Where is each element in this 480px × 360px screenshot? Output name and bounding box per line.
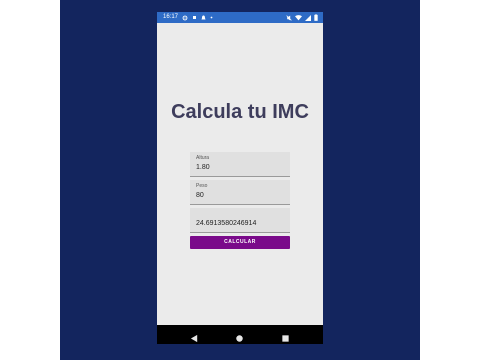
back-icon[interactable] <box>190 330 199 343</box>
peso-field[interactable]: Peso 80 <box>190 180 290 205</box>
small-dot-icon <box>210 16 213 19</box>
gear-icon <box>182 15 188 21</box>
status-right <box>286 12 318 23</box>
altura-input[interactable]: 1.80 <box>196 164 210 171</box>
result-field: 24.6913580246914 <box>190 208 290 233</box>
peso-label: Peso <box>196 183 208 189</box>
recents-icon[interactable] <box>281 330 290 342</box>
navigation-bar <box>157 325 323 344</box>
bell-icon <box>201 15 206 21</box>
home-icon[interactable] <box>235 330 244 342</box>
battery-icon <box>314 14 318 21</box>
calcular-button[interactable]: CALCULAR <box>190 236 290 249</box>
signal-icon <box>305 14 311 21</box>
altura-label: Altura <box>196 155 210 161</box>
status-left: 16:17 <box>163 12 213 23</box>
result-value: 24.6913580246914 <box>196 220 257 227</box>
wifi-icon <box>295 14 302 21</box>
peso-input[interactable]: 80 <box>196 192 204 199</box>
status-time: 16:17 <box>163 14 179 20</box>
phone-screen: 16:17 Calcula tu IMC Altura 1.80 Peso 80… <box>157 12 323 344</box>
altura-field[interactable]: Altura 1.80 <box>190 152 290 177</box>
dot-icon <box>192 15 197 20</box>
mute-icon <box>286 14 292 21</box>
status-bar: 16:17 <box>157 12 323 23</box>
page-title: Calcula tu IMC <box>171 101 309 123</box>
